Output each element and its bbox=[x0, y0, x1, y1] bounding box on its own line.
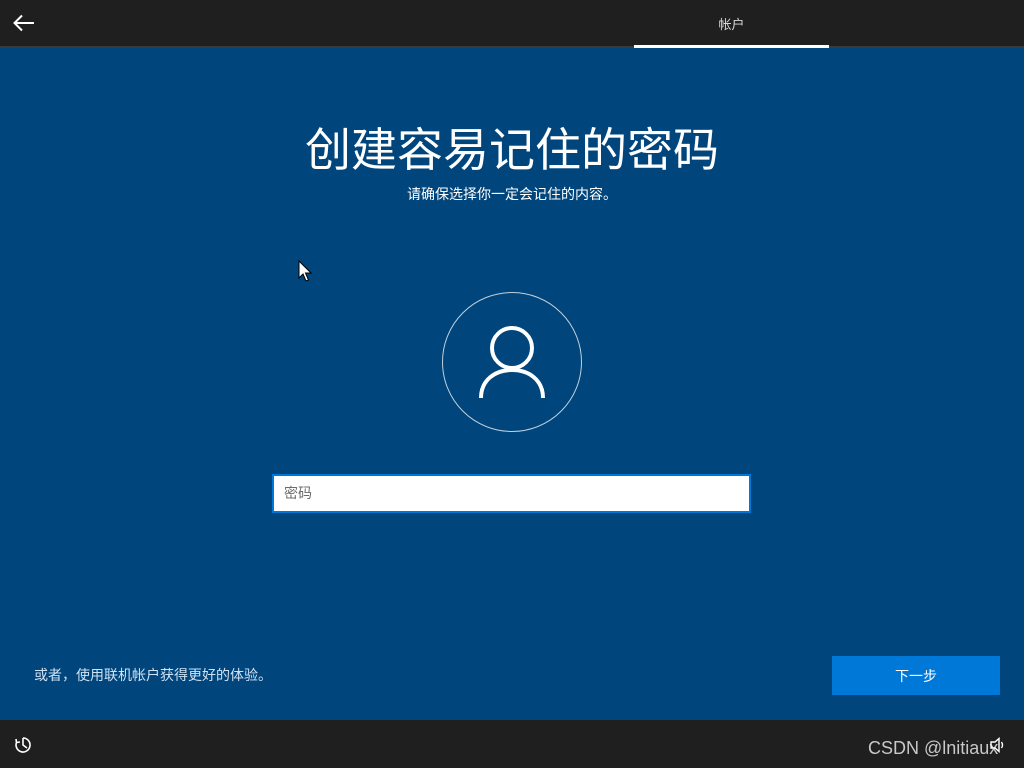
user-icon bbox=[479, 326, 545, 399]
ease-of-access-icon bbox=[15, 737, 31, 753]
oobe-window: 帐户 创建容易记住的密码 请确保选择你一定会记住的内容。 或者，使用联机帐户获得… bbox=[0, 0, 1024, 768]
ease-of-access-button[interactable] bbox=[10, 732, 36, 758]
page-title: 创建容易记住的密码 bbox=[305, 123, 719, 177]
mouse-pointer-icon bbox=[298, 260, 312, 282]
top-bar: 帐户 bbox=[0, 0, 1024, 48]
arrow-left-icon bbox=[13, 14, 34, 32]
page-subtitle: 请确保选择你一定会记住的内容。 bbox=[407, 187, 617, 203]
back-button[interactable] bbox=[6, 6, 42, 40]
watermark-text: CSDN @lnitiaux bbox=[868, 738, 999, 758]
tab-account: 帐户 bbox=[634, 0, 829, 46]
volume-button[interactable] bbox=[986, 734, 1010, 756]
tab-active-indicator bbox=[634, 45, 829, 48]
avatar bbox=[442, 292, 582, 432]
volume-icon bbox=[990, 737, 1004, 753]
next-button[interactable]: 下一步 bbox=[832, 656, 1000, 695]
tab-account-label: 帐户 bbox=[718, 17, 745, 33]
online-account-link[interactable]: 或者，使用联机帐户获得更好的体验。 bbox=[34, 666, 272, 686]
password-input[interactable] bbox=[272, 474, 751, 513]
